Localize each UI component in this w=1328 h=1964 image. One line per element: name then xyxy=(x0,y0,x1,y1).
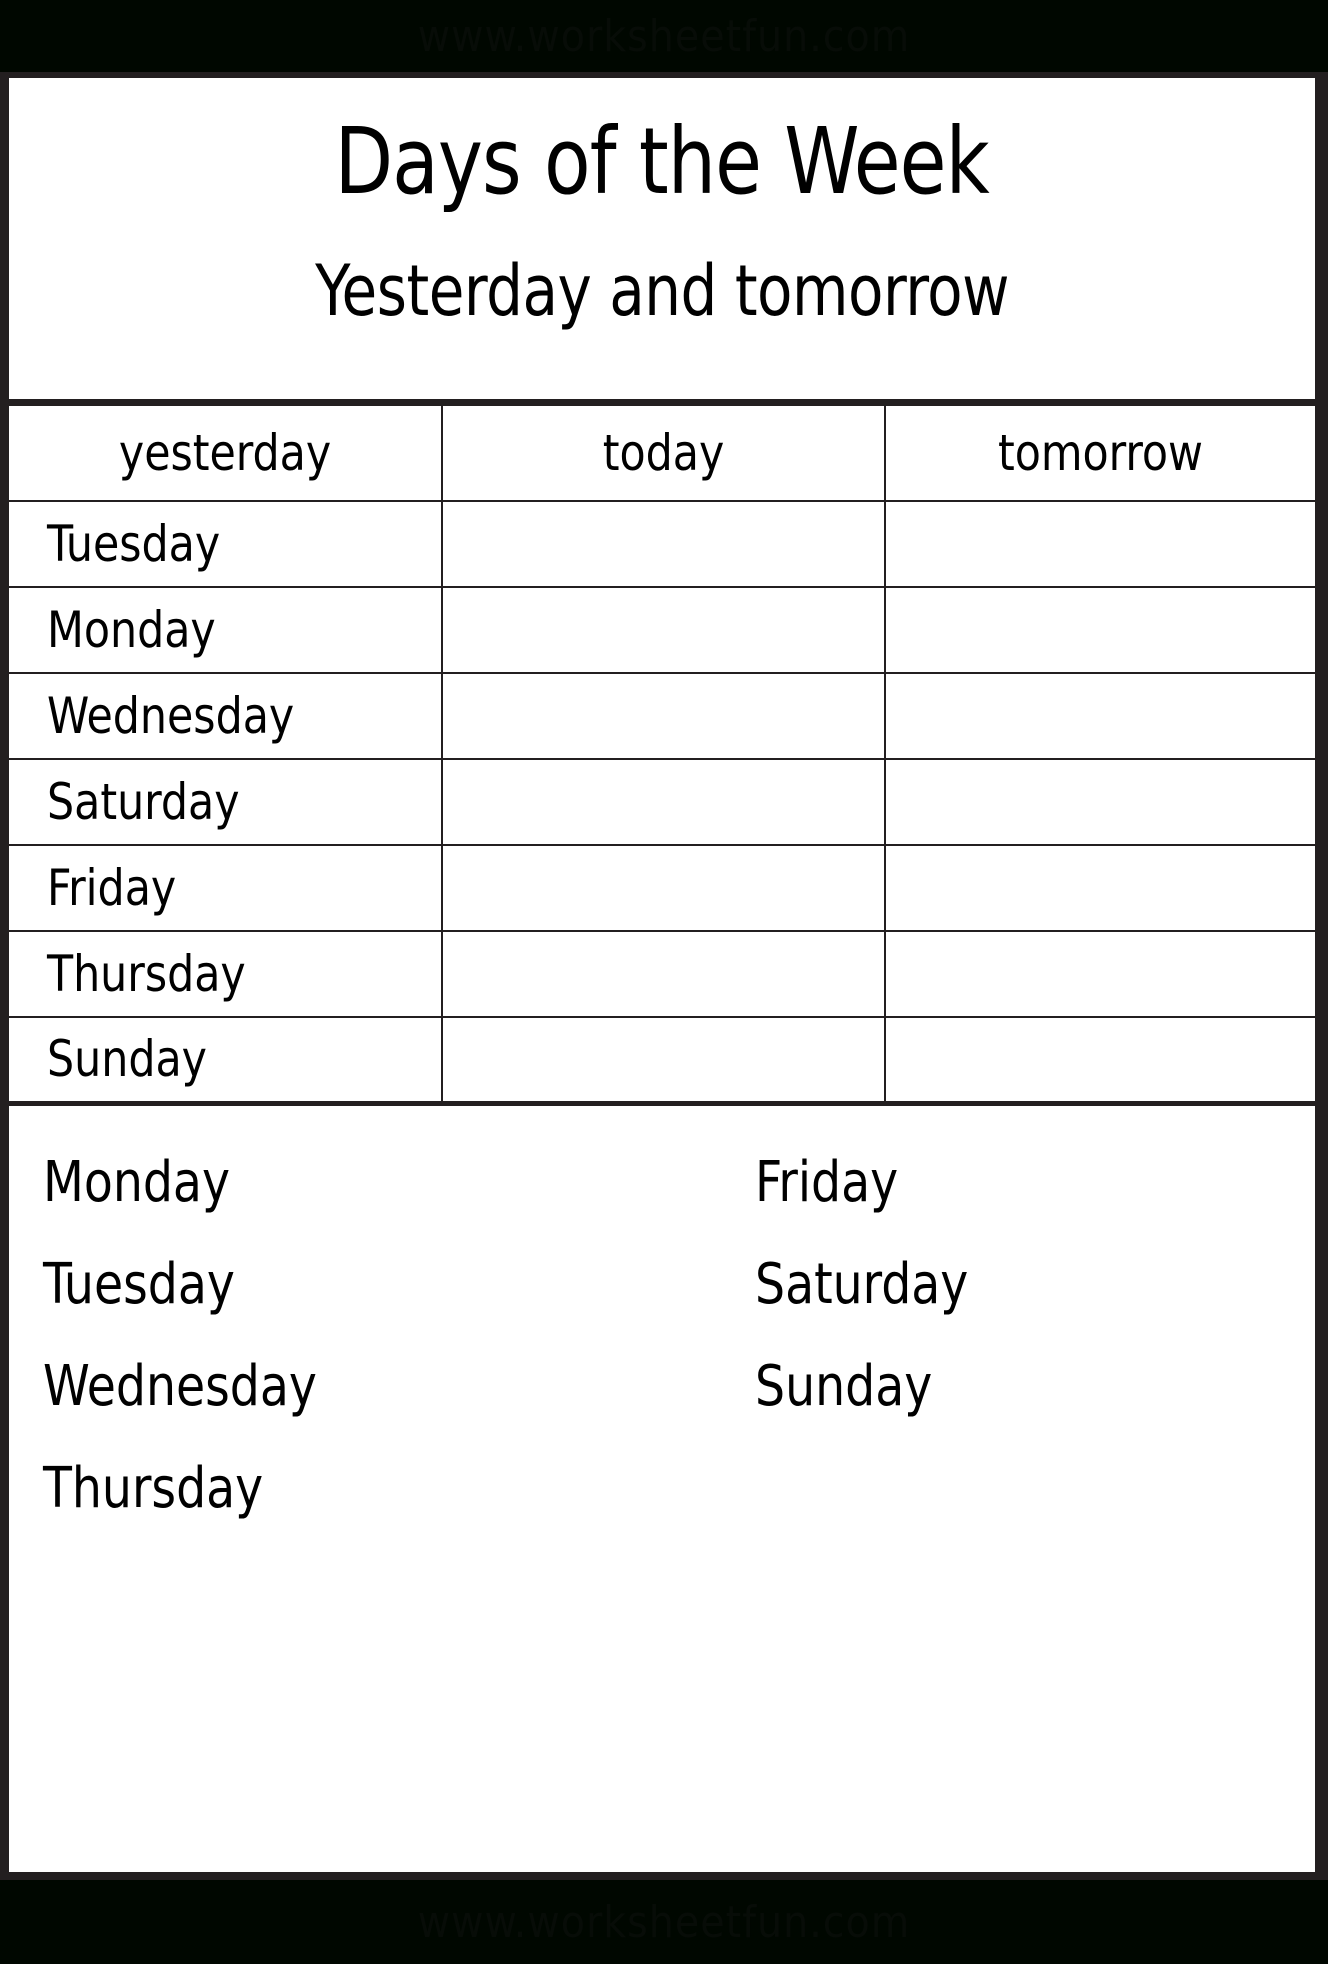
table-row: Wednesday xyxy=(9,672,1315,760)
page-subtitle: Yesterday and tomorrow xyxy=(315,250,1009,333)
answer-cell-tomorrow[interactable] xyxy=(884,758,1315,846)
table-row: Friday xyxy=(9,844,1315,932)
row-day-label: Saturday xyxy=(9,758,421,846)
answer-cell-today[interactable] xyxy=(441,844,885,932)
row-day-label: Thursday xyxy=(9,930,421,1018)
watermark-bottom: www.worksheetfun.com xyxy=(0,1880,1328,1964)
word-bank-item: Thursday xyxy=(43,1455,264,1521)
table-row: Sunday xyxy=(9,1016,1315,1106)
column-header-today: today xyxy=(452,404,874,502)
answer-cell-tomorrow[interactable] xyxy=(884,586,1315,674)
answer-cell-today[interactable] xyxy=(441,758,885,846)
answer-cell-tomorrow[interactable] xyxy=(884,672,1315,760)
answer-cell-today[interactable] xyxy=(441,930,885,1018)
title-block: Days of the Week Yesterday and tomorrow xyxy=(9,78,1315,404)
answer-cell-today[interactable] xyxy=(441,500,885,588)
word-bank-item: Saturday xyxy=(755,1251,969,1317)
answer-cell-today[interactable] xyxy=(441,1016,885,1106)
table-row: Saturday xyxy=(9,758,1315,846)
word-bank-item: Wednesday xyxy=(43,1353,317,1419)
word-bank-item: Friday xyxy=(755,1149,899,1215)
row-day-label: Tuesday xyxy=(9,500,421,588)
row-day-label: Sunday xyxy=(9,1016,421,1106)
page-frame: Days of the Week Yesterday and tomorrow … xyxy=(0,72,1328,1880)
row-day-label: Friday xyxy=(9,844,421,932)
answer-cell-tomorrow[interactable] xyxy=(884,930,1315,1018)
word-bank-right-column: Friday Saturday Sunday xyxy=(755,1132,982,1438)
answer-cell-today[interactable] xyxy=(441,672,885,760)
word-bank-left-column: Monday Tuesday Wednesday Thursday xyxy=(43,1132,334,1540)
answer-cell-tomorrow[interactable] xyxy=(884,844,1315,932)
word-bank-item: Monday xyxy=(43,1149,230,1215)
table-header-row: yesterday today tomorrow xyxy=(9,404,1315,502)
page-title: Days of the Week xyxy=(334,108,990,215)
column-header-yesterday: yesterday xyxy=(19,404,432,502)
word-bank-item: Tuesday xyxy=(43,1251,235,1317)
days-table: yesterday today tomorrow Tuesday Monday xyxy=(9,404,1315,1106)
table-row: Monday xyxy=(9,586,1315,674)
row-day-label: Wednesday xyxy=(9,672,421,760)
word-bank: Monday Tuesday Wednesday Thursday Friday… xyxy=(9,1106,1315,1666)
table-row: Tuesday xyxy=(9,500,1315,588)
column-header-tomorrow: tomorrow xyxy=(894,404,1305,502)
word-bank-item: Sunday xyxy=(755,1353,933,1419)
answer-cell-today[interactable] xyxy=(441,586,885,674)
answer-cell-tomorrow[interactable] xyxy=(884,500,1315,588)
table-row: Thursday xyxy=(9,930,1315,1018)
watermark-top: www.worksheetfun.com xyxy=(0,0,1328,72)
answer-cell-tomorrow[interactable] xyxy=(884,1016,1315,1106)
row-day-label: Monday xyxy=(9,586,421,674)
worksheet-page: Days of the Week Yesterday and tomorrow … xyxy=(9,78,1315,1872)
